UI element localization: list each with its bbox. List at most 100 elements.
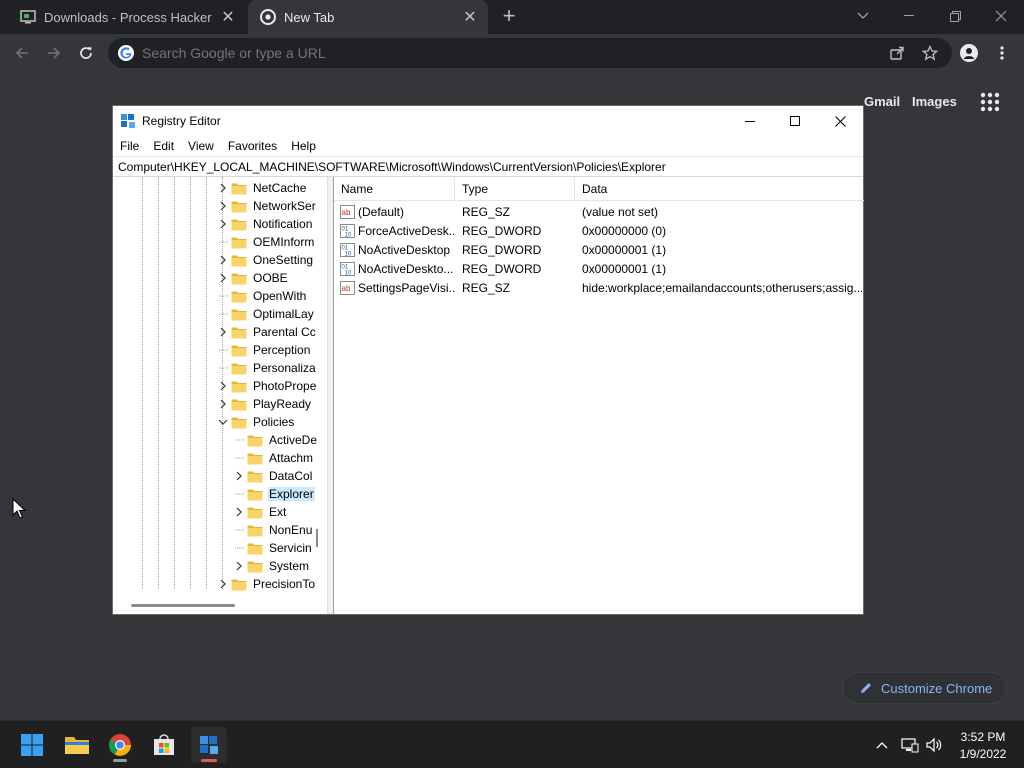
scrollbar-thumb[interactable]	[131, 604, 235, 607]
back-button[interactable]	[10, 41, 34, 65]
value-row[interactable]: ab SettingsPageVisi... REG_SZ hide:workplac…	[334, 278, 864, 297]
tree-item[interactable]: Ext	[233, 503, 287, 521]
tree-item[interactable]: System	[233, 557, 310, 575]
menu-edit[interactable]: Edit	[146, 139, 181, 153]
chevron-right-icon[interactable]	[217, 182, 229, 194]
tab-new-tab[interactable]: New Tab ✕	[248, 0, 488, 34]
chevron-right-icon[interactable]	[233, 470, 245, 482]
microsoft-store-taskbar-button[interactable]	[146, 727, 182, 763]
chevron-right-icon[interactable]	[217, 398, 229, 410]
menu-help[interactable]: Help	[284, 139, 323, 153]
chevron-right-icon[interactable]	[217, 380, 229, 392]
chevron-right-icon[interactable]	[217, 578, 229, 590]
tree-item-label: ActiveDe	[269, 433, 318, 447]
tree-item[interactable]: Perception	[217, 341, 311, 359]
chevron-up-icon[interactable]	[872, 735, 892, 755]
tree-item[interactable]: OptimalLay	[217, 305, 315, 323]
restore-button[interactable]	[941, 4, 969, 28]
tree-item[interactable]: Attachm	[233, 449, 314, 467]
menu-favorites[interactable]: Favorites	[221, 139, 284, 153]
value-row[interactable]: 01 10 NoActiveDeskto... REG_DWORD 0x00000001…	[334, 259, 864, 278]
tree-item-label: Explorer	[268, 487, 315, 501]
value-name: NoActiveDeskto...	[358, 261, 454, 276]
tree-item[interactable]: Notification	[217, 215, 313, 233]
chevron-right-icon[interactable]	[217, 326, 229, 338]
chrome-icon	[109, 734, 131, 756]
string-value-icon: ab	[340, 280, 355, 295]
tree-item[interactable]: NetCache	[217, 179, 307, 197]
new-tab-button[interactable]: +	[498, 5, 520, 28]
tree-item[interactable]: OEMInform	[217, 233, 315, 251]
column-header-type[interactable]: Type	[455, 177, 575, 201]
volume-icon[interactable]	[924, 735, 944, 755]
tree-item-label: PlayReady	[253, 397, 312, 411]
omnibox-input[interactable]	[142, 45, 952, 61]
tree-item[interactable]: Servicin	[233, 539, 313, 557]
values-list-pane[interactable]: Name Type Data ab (Default) REG_SZ (value n…	[333, 177, 864, 614]
google-apps-icon[interactable]	[980, 92, 1000, 112]
regedit-maximize-button[interactable]	[772, 106, 818, 136]
forward-button[interactable]	[42, 41, 66, 65]
reload-button[interactable]	[74, 41, 98, 65]
file-explorer-taskbar-button[interactable]	[59, 727, 95, 763]
images-link[interactable]: Images	[912, 94, 957, 109]
chevron-right-icon[interactable]	[217, 272, 229, 284]
tree-item[interactable]: NetworkSer	[217, 197, 317, 215]
key-tree-pane[interactable]: NetCache NetworkSer Notification OEMInform O…	[113, 177, 328, 614]
chevron-right-icon[interactable]	[217, 218, 229, 230]
tab-downloads-process-hacker[interactable]: Downloads - Process Hacker ✕	[8, 0, 246, 34]
chevron-right-icon[interactable]	[217, 254, 229, 266]
menu-view[interactable]: View	[181, 139, 221, 153]
tree-item[interactable]: Policies	[217, 413, 295, 431]
bookmark-star-icon[interactable]	[919, 42, 941, 64]
gmail-link[interactable]: Gmail	[864, 94, 900, 109]
system-clock[interactable]: 3:52 PM 1/9/2022	[950, 729, 1016, 763]
regedit-titlebar[interactable]: Registry Editor	[113, 106, 863, 136]
tree-connector	[217, 290, 229, 302]
customize-chrome-button[interactable]: Customize Chrome	[842, 672, 1007, 704]
value-row[interactable]: 01 10 NoActiveDesktop REG_DWORD 0x00000001 (…	[334, 240, 864, 259]
chevron-right-icon[interactable]	[217, 200, 229, 212]
minimize-button[interactable]	[895, 4, 923, 28]
menu-file[interactable]: File	[113, 139, 146, 153]
value-name-cell: ab SettingsPageVisi...	[340, 278, 455, 297]
chevron-right-icon[interactable]	[233, 560, 245, 572]
column-header-name[interactable]: Name	[334, 177, 455, 201]
tree-guide-line	[190, 177, 191, 589]
regedit-minimize-button[interactable]	[727, 106, 773, 136]
omnibox[interactable]	[108, 38, 952, 68]
value-row[interactable]: 01 10 ForceActiveDesk... REG_DWORD 0x0000000…	[334, 221, 864, 240]
menu-kebab-icon[interactable]	[991, 42, 1013, 64]
chevron-right-icon[interactable]	[233, 506, 245, 518]
start-button[interactable]	[14, 727, 50, 763]
tree-item[interactable]: Personaliza	[217, 359, 317, 377]
tree-item[interactable]: Parental Cc	[217, 323, 317, 341]
chevron-down-icon[interactable]	[217, 416, 229, 428]
tree-item[interactable]: OneSetting	[217, 251, 314, 269]
chrome-taskbar-button[interactable]	[102, 727, 138, 763]
tree-item[interactable]: ActiveDe	[233, 431, 318, 449]
close-window-button[interactable]	[987, 4, 1015, 28]
tree-item[interactable]: PlayReady	[217, 395, 312, 413]
close-icon[interactable]: ✕	[218, 7, 238, 27]
tree-item[interactable]: PrecisionTo	[217, 575, 316, 593]
tree-item[interactable]: OpenWith	[217, 287, 307, 305]
share-icon[interactable]	[886, 42, 908, 64]
profile-avatar-icon[interactable]	[958, 42, 980, 64]
folder-icon	[231, 308, 247, 321]
network-icon[interactable]	[900, 735, 920, 755]
tree-item[interactable]: PhotoPrope	[217, 377, 317, 395]
tree-item[interactable]: Explorer	[233, 485, 315, 503]
registry-editor-taskbar-button[interactable]	[191, 727, 227, 763]
value-row[interactable]: ab (Default) REG_SZ (value not set)	[334, 202, 864, 221]
tree-item[interactable]: OOBE	[217, 269, 289, 287]
tab-search-icon[interactable]	[849, 4, 877, 28]
tree-horizontal-scrollbar[interactable]	[113, 597, 327, 614]
address-input[interactable]	[113, 157, 863, 176]
tree-vertical-scrollbar-thumb[interactable]	[316, 529, 318, 547]
tree-item[interactable]: DataCol	[233, 467, 313, 485]
column-header-data[interactable]: Data	[575, 177, 864, 201]
close-icon[interactable]: ✕	[460, 7, 480, 27]
tree-item[interactable]: NonEnu	[233, 521, 313, 539]
regedit-close-button[interactable]	[817, 106, 863, 136]
